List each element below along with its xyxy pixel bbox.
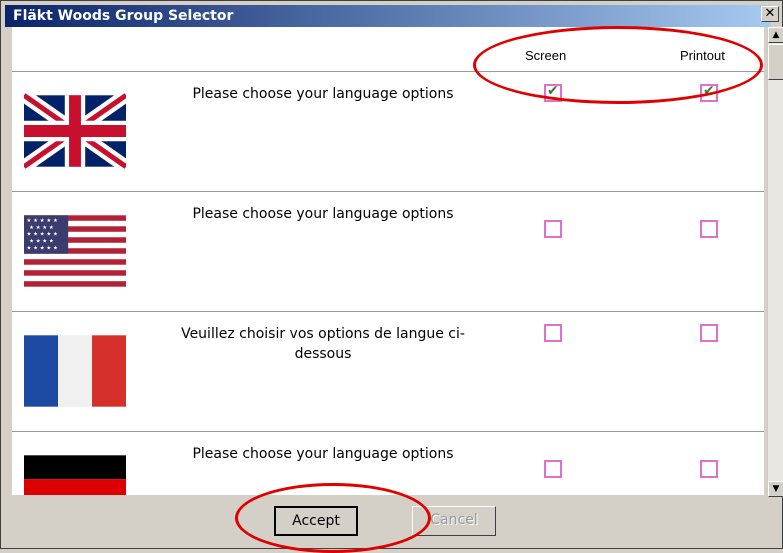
window-title: Fläkt Woods Group Selector <box>13 8 234 24</box>
svg-text:★ ★ ★ ★ ★: ★ ★ ★ ★ ★ <box>27 218 58 224</box>
screen-checkbox[interactable] <box>544 220 562 238</box>
screen-checkbox[interactable] <box>544 460 562 478</box>
svg-text:★ ★ ★ ★ ★: ★ ★ ★ ★ ★ <box>27 245 58 251</box>
printout-checkbox[interactable] <box>700 324 718 342</box>
language-prompt: Please choose your language options <box>192 446 454 462</box>
svg-text:★ ★ ★ ★: ★ ★ ★ ★ <box>29 239 54 245</box>
column-header: Screen Printout <box>12 27 764 71</box>
screen-column-header: Screen <box>525 48 567 63</box>
vertical-scrollbar[interactable]: ▲ ▼ <box>767 27 783 497</box>
language-list: Screen Printout Please choose your langu… <box>12 27 764 495</box>
cancel-button[interactable]: Cancel <box>412 506 496 536</box>
scroll-thumb[interactable] <box>768 44 783 80</box>
svg-text:★ ★ ★ ★: ★ ★ ★ ★ <box>29 225 54 231</box>
screen-checkbox[interactable] <box>544 324 562 342</box>
title-bar: Fläkt Woods Group Selector <box>5 5 771 27</box>
language-row-uk: Please choose your language options ✔ ✔ <box>12 71 764 191</box>
svg-text:★ ★ ★ ★ ★: ★ ★ ★ ★ ★ <box>27 232 58 238</box>
language-row-de: Please choose your language options <box>12 431 764 495</box>
printout-column-header: Printout <box>680 48 725 63</box>
printout-checkbox[interactable]: ✔ <box>700 83 718 102</box>
germany-flag-icon <box>24 455 126 495</box>
check-icon: ✔ <box>703 83 715 99</box>
scroll-up-button[interactable]: ▲ <box>768 27 783 43</box>
printout-checkbox[interactable] <box>700 220 718 238</box>
france-flag-icon <box>24 335 126 407</box>
language-prompt: Please choose your language options <box>192 86 454 102</box>
check-icon: ✔ <box>547 83 559 99</box>
printout-checkbox[interactable] <box>700 460 718 478</box>
screen-checkbox[interactable]: ✔ <box>544 83 562 102</box>
accept-button[interactable]: Accept <box>274 506 358 536</box>
scroll-down-button[interactable]: ▼ <box>768 481 783 497</box>
language-row-fr: Veuillez choisir vos options de langue c… <box>12 311 764 431</box>
language-row-us: ★ ★ ★ ★ ★ ★ ★ ★ ★ ★ ★ ★ ★ ★ ★ ★ ★ ★ ★ ★ ★ … <box>12 191 764 311</box>
us-flag-icon: ★ ★ ★ ★ ★★ ★ ★ ★ ★ ★ ★ ★ ★★ ★ ★ ★ ★ ★ ★ … <box>24 215 126 287</box>
language-prompt: Please choose your language options <box>192 206 454 222</box>
language-prompt: Veuillez choisir vos options de langue c… <box>181 326 465 362</box>
uk-flag-icon <box>24 89 126 173</box>
close-button[interactable]: ✕ <box>761 6 779 22</box>
selector-window: Fläkt Woods Group Selector ✕ Screen Prin… <box>0 0 783 549</box>
